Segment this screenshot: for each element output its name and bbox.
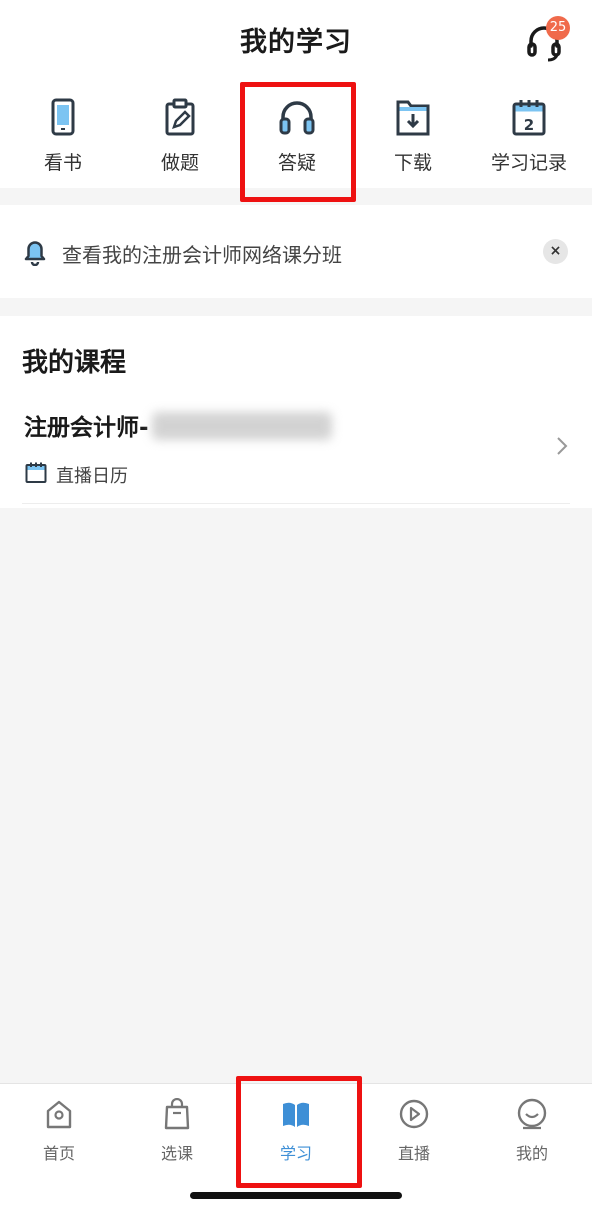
quick-item-label: 下载 (393, 152, 432, 174)
calendar-icon (25, 462, 47, 483)
tab-home[interactable]: 首页 (0, 1084, 118, 1174)
play-circle-icon (399, 1099, 429, 1129)
home-icon (46, 1100, 72, 1129)
tab-courses[interactable]: 选课 (118, 1084, 236, 1174)
study-page: 我的学习 25 看书 做题 答疑 下载 2 学习记录 查看我的注册会计师网络课分… (0, 0, 592, 1205)
bell-icon (24, 241, 46, 266)
quick-item-read[interactable]: 看书 (4, 78, 122, 188)
tab-label: 我的 (515, 1144, 548, 1163)
home-indicator[interactable] (190, 1192, 402, 1199)
notice-text: 查看我的注册会计师网络课分班 (62, 243, 342, 267)
quick-item-download[interactable]: 下载 (354, 78, 472, 188)
course-name: 注册会计师- (24, 415, 149, 441)
tab-mine[interactable]: 我的 (473, 1084, 591, 1174)
study-tab-highlight-frame (236, 1076, 362, 1188)
smile-face-icon (517, 1098, 547, 1130)
my-courses-section: 我的课程 注册会计师- 直播日历 (0, 316, 592, 508)
course-item[interactable]: 注册会计师- 直播日历 (0, 394, 592, 504)
qa-highlight-frame (240, 82, 356, 202)
tab-label: 选课 (160, 1144, 193, 1163)
calendar-record-icon: 2 (512, 100, 546, 136)
quick-item-label: 看书 (43, 152, 82, 174)
phone-book-icon (51, 98, 75, 136)
blurred-course-name (152, 412, 332, 440)
divider (22, 503, 570, 504)
notice-bar[interactable]: 查看我的注册会计师网络课分班 × (0, 205, 592, 298)
quick-item-record[interactable]: 2 学习记录 (470, 78, 588, 188)
live-calendar-link[interactable]: 直播日历 (56, 462, 128, 488)
tab-label: 直播 (397, 1144, 430, 1163)
quick-item-practice[interactable]: 做题 (121, 78, 239, 188)
notification-badge: 25 (546, 16, 570, 40)
tab-label: 首页 (42, 1144, 75, 1163)
close-notice-button[interactable]: × (543, 239, 568, 264)
page-title: 我的学习 (240, 27, 352, 58)
quick-item-label: 学习记录 (490, 152, 567, 174)
clipboard-pencil-icon (165, 98, 195, 136)
section-title: 我的课程 (22, 348, 127, 378)
shopping-bag-icon (164, 1098, 190, 1130)
header: 我的学习 25 (0, 0, 592, 78)
chevron-right-icon (557, 437, 568, 455)
svg-text:2: 2 (524, 116, 534, 134)
quick-item-label: 做题 (160, 152, 199, 174)
tab-live[interactable]: 直播 (355, 1084, 473, 1174)
download-folder-icon (396, 100, 430, 136)
